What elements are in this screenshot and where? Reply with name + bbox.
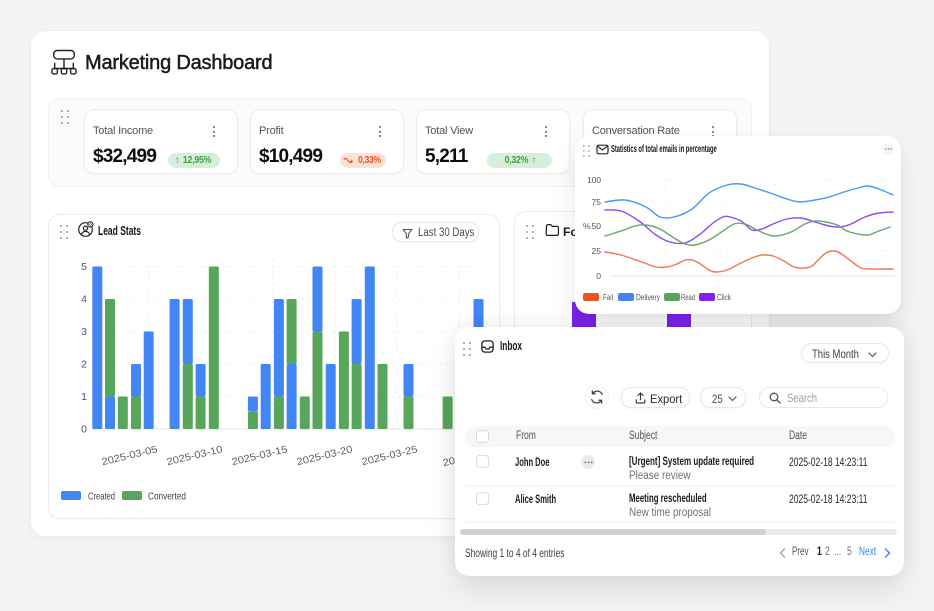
svg-text:50: 50: [592, 221, 602, 231]
svg-text:25: 25: [592, 246, 602, 256]
svg-text:2025-03-25: 2025-03-25: [361, 444, 419, 468]
svg-text:0: 0: [596, 271, 601, 281]
svg-text:2025-03-05: 2025-03-05: [101, 444, 159, 468]
svg-text:75: 75: [592, 197, 602, 207]
svg-text:Created: Created: [88, 491, 115, 503]
svg-text:3: 3: [81, 326, 87, 338]
svg-text:2025-03-15: 2025-03-15: [231, 444, 289, 468]
svg-text:Converted: Converted: [148, 491, 186, 503]
svg-text:1: 1: [81, 391, 87, 403]
svg-text:Read: Read: [681, 292, 695, 302]
svg-text:Click: Click: [717, 292, 732, 302]
svg-text:5: 5: [81, 261, 87, 273]
svg-text:4: 4: [81, 294, 87, 306]
svg-text:Delivery: Delivery: [636, 292, 661, 302]
svg-text:2025-03-10: 2025-03-10: [166, 444, 224, 468]
svg-text:0: 0: [81, 424, 87, 436]
svg-text:Fail: Fail: [603, 292, 613, 302]
svg-text:2: 2: [81, 359, 87, 371]
svg-text:100: 100: [587, 175, 601, 185]
svg-text:%: %: [583, 221, 591, 231]
svg-text:2025-03-20: 2025-03-20: [296, 444, 354, 468]
